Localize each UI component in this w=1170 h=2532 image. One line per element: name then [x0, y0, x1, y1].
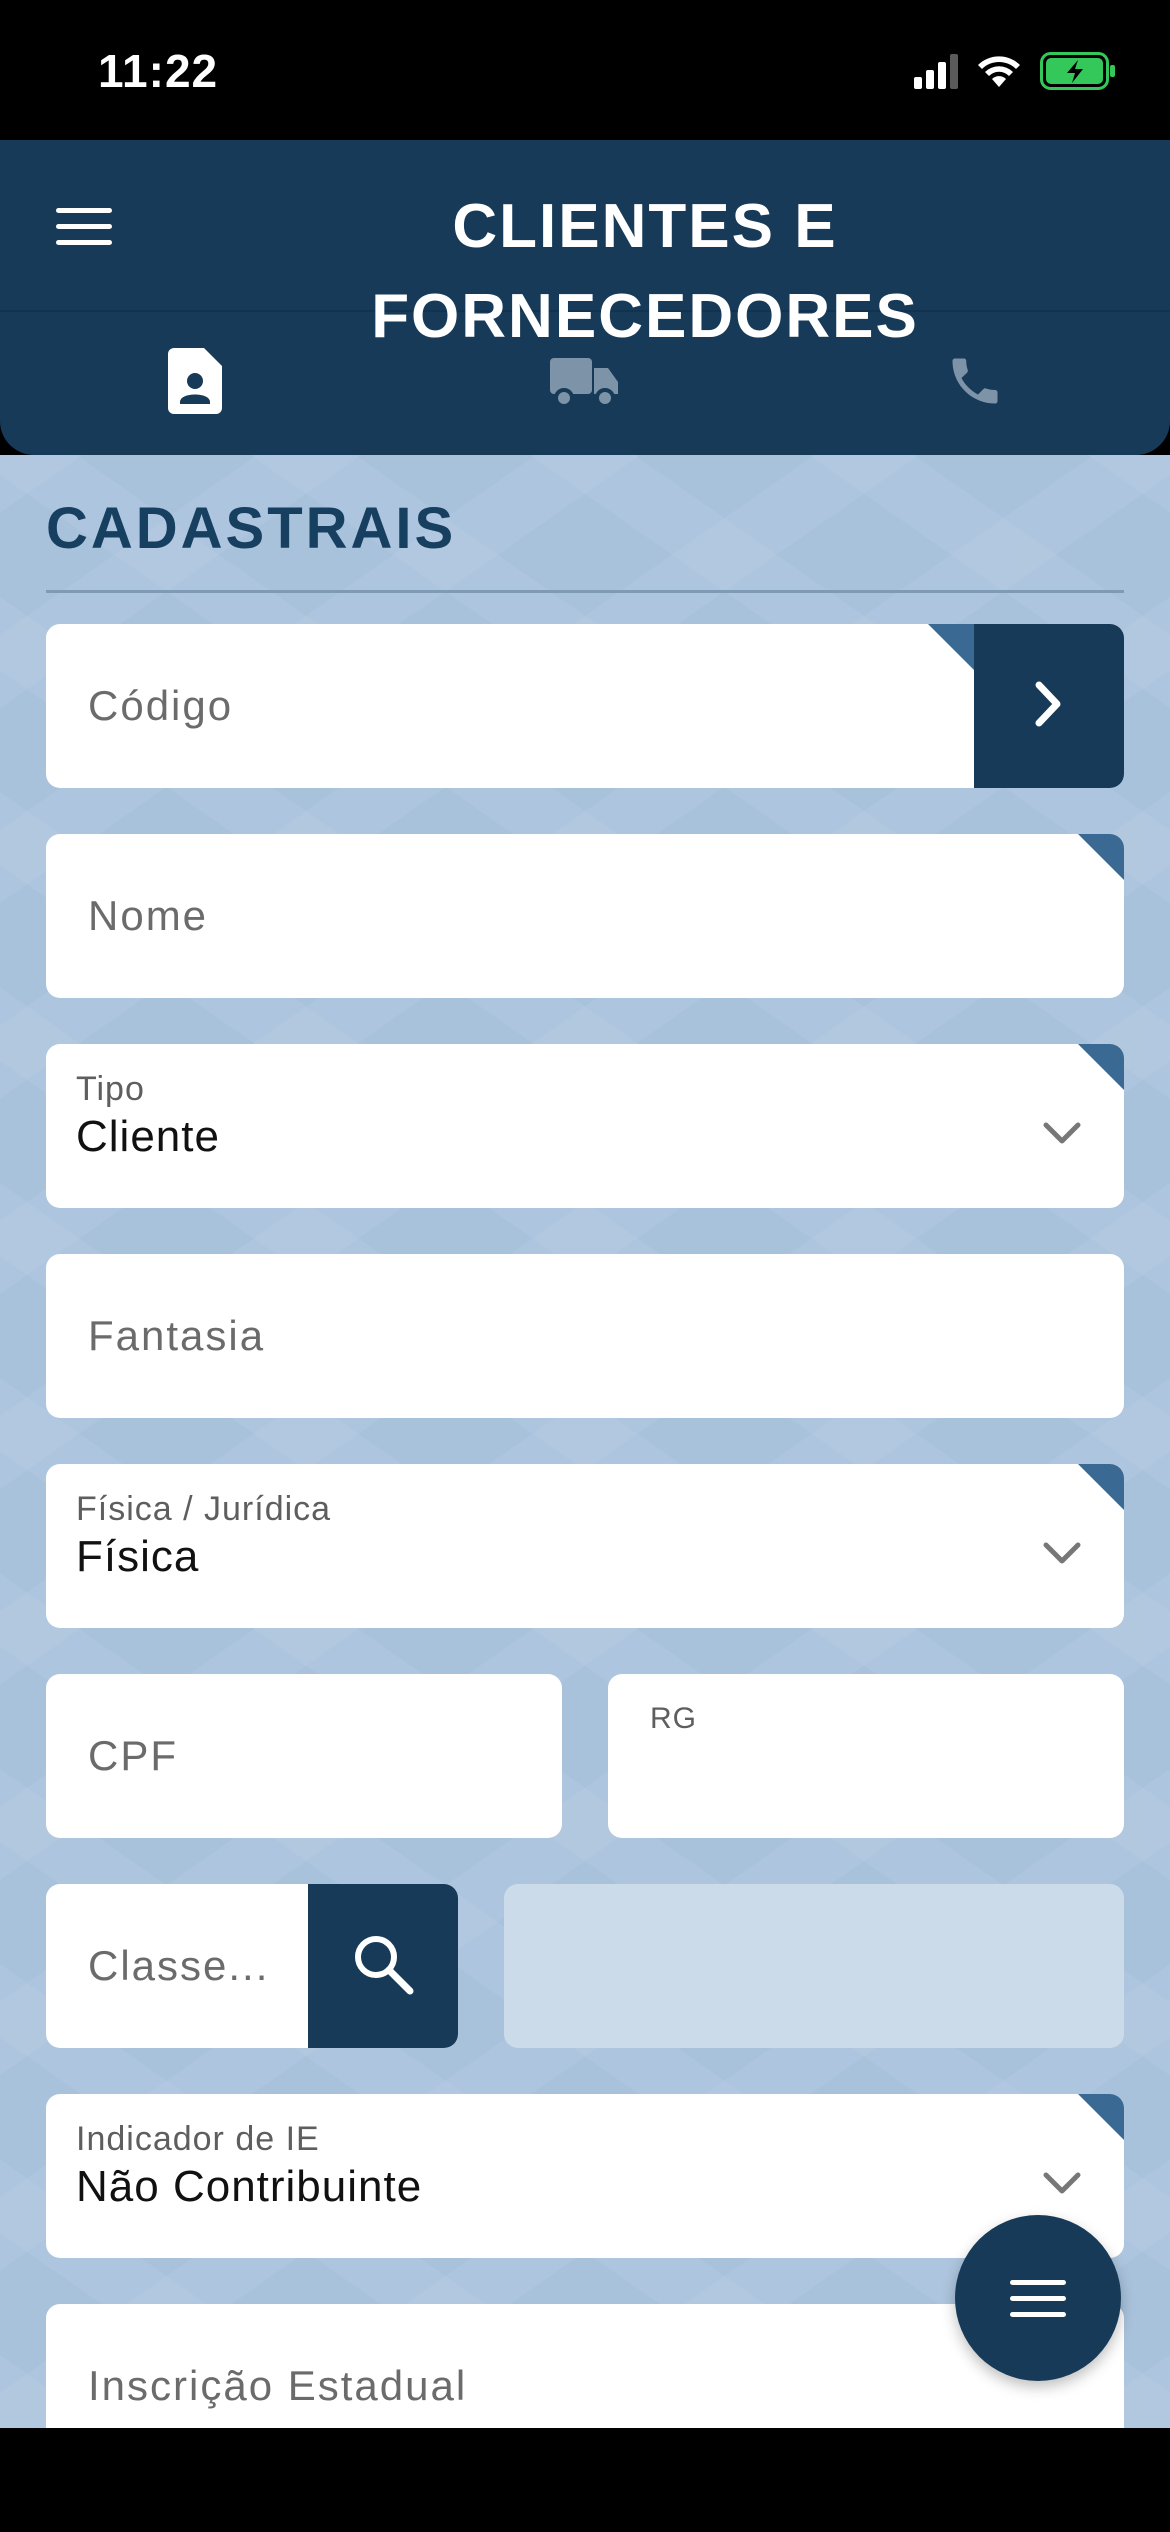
nome-field[interactable]: Nome	[46, 834, 1124, 998]
required-marker	[1078, 1044, 1124, 1090]
chevron-down-icon	[1042, 2170, 1082, 2201]
truck-icon	[550, 354, 620, 413]
pessoa-label: Física / Jurídica	[76, 1490, 332, 1528]
tab-bar	[0, 312, 1170, 455]
tab-cadastrais[interactable]	[0, 312, 390, 455]
classe-field[interactable]: Classe...	[46, 1884, 458, 2048]
pessoa-value: Física	[76, 1532, 200, 1581]
tipo-select[interactable]: Tipo Cliente	[46, 1044, 1124, 1208]
codigo-field[interactable]: Código	[46, 624, 1124, 788]
codigo-placeholder: Código	[88, 682, 234, 729]
fantasia-placeholder: Fantasia	[88, 1312, 266, 1359]
cpf-field[interactable]: CPF	[46, 1674, 562, 1838]
phone-icon	[945, 351, 1005, 416]
chevron-down-icon	[1042, 1540, 1082, 1571]
search-icon	[350, 1931, 416, 2002]
chevron-down-icon	[1042, 1120, 1082, 1151]
required-marker	[928, 624, 974, 670]
wifi-icon	[976, 53, 1022, 94]
signal-icon	[914, 53, 958, 94]
tab-entrega[interactable]	[390, 312, 780, 455]
tipo-label: Tipo	[76, 1070, 145, 1108]
app-header: CLIENTES E FORNECEDORES	[0, 140, 1170, 455]
status-icons	[914, 50, 1116, 96]
rg-label: RG	[650, 1702, 697, 1735]
inscricao-estadual-placeholder: Inscrição Estadual	[88, 2362, 468, 2409]
tab-contato[interactable]	[780, 312, 1170, 455]
fab-menu-button[interactable]	[955, 2215, 1121, 2381]
nome-placeholder: Nome	[88, 892, 209, 939]
contact-card-icon	[168, 348, 222, 419]
status-bar: 11:22	[0, 0, 1170, 140]
rg-field[interactable]: RG	[608, 1674, 1124, 1838]
cpf-placeholder: CPF	[88, 1732, 178, 1779]
chevron-right-icon	[1029, 677, 1069, 736]
battery-icon	[1040, 51, 1116, 95]
section-divider	[46, 590, 1124, 593]
required-marker	[1078, 1464, 1124, 1510]
indicador-ie-value: Não Contribuinte	[76, 2162, 423, 2211]
fantasia-field[interactable]: Fantasia	[46, 1254, 1124, 1418]
indicador-ie-select[interactable]: Indicador de IE Não Contribuinte	[46, 2094, 1124, 2258]
status-time: 11:22	[98, 45, 219, 97]
indicador-ie-label: Indicador de IE	[76, 2120, 320, 2158]
header-toolbar: CLIENTES E FORNECEDORES	[0, 140, 1170, 351]
codigo-next-button[interactable]	[974, 624, 1124, 788]
classe-description-field	[504, 1884, 1124, 2048]
tipo-value: Cliente	[76, 1112, 220, 1161]
required-marker	[1078, 2094, 1124, 2140]
pessoa-select[interactable]: Física / Jurídica Física	[46, 1464, 1124, 1628]
form-content: CADASTRAIS Código Nome Tipo Cliente Fant…	[0, 455, 1170, 2428]
classe-placeholder: Classe...	[88, 1942, 270, 1989]
classe-search-button[interactable]	[308, 1884, 458, 2048]
bottom-bar	[0, 2428, 1170, 2532]
section-title: CADASTRAIS	[46, 496, 457, 561]
required-marker	[1078, 834, 1124, 880]
